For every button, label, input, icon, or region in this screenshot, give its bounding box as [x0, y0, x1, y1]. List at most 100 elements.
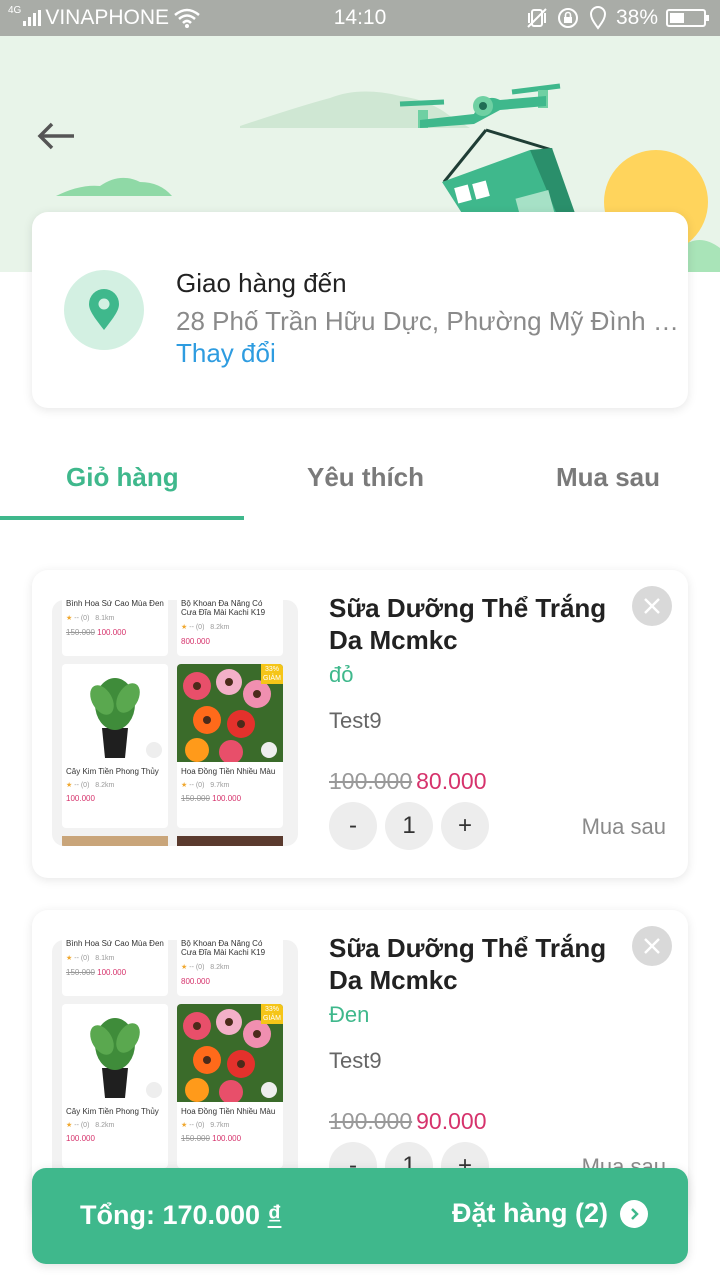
close-icon — [644, 938, 660, 954]
thumb-card: 33% GIẢM Hoa Đồng Tiền Nhiều Màu ★ -- (0… — [177, 1004, 283, 1168]
thumb-card-name: Hoa Đồng Tiền Nhiều Màu — [181, 767, 276, 776]
thumb-card-peek — [62, 836, 168, 846]
remove-item-button[interactable] — [632, 586, 672, 626]
quantity-value: 1 — [385, 802, 433, 850]
tab-buy-later[interactable]: Mua sau — [556, 462, 660, 493]
product-image: Bình Hoa Sứ Cao Mùa Đen ★ -- (0) 8.1km 1… — [52, 600, 298, 846]
address-icon-circle — [64, 270, 144, 350]
money-plant-image — [62, 1004, 168, 1102]
thumb-card-rating: -- (0) — [189, 1122, 205, 1129]
thumb-card-rating: -- (0) — [74, 615, 90, 622]
place-order-button[interactable]: Đặt hàng (2) — [452, 1198, 648, 1229]
thumb-card-name: Bộ Khoan Đa Năng Có Cưa Đĩa Mài Kachi K1… — [181, 940, 266, 957]
thumb-card-old-price: 150.000 — [66, 968, 95, 977]
checkout-bar: Tổng: 170.000 ₫ Đặt hàng (2) — [32, 1168, 688, 1264]
thumb-card-rating: -- (0) — [74, 1122, 90, 1129]
thumb-card: Bình Hoa Sứ Cao Mùa Đen ★ -- (0) 8.1km 1… — [62, 940, 168, 996]
thumb-card-name: Cây Kim Tiền Phong Thủy — [66, 767, 159, 776]
thumb-card: Bình Hoa Sứ Cao Mùa Đen ★ -- (0) 8.1km 1… — [62, 600, 168, 656]
decrease-quantity-button[interactable]: - — [329, 802, 377, 850]
thumb-card-distance: 8.1km — [95, 955, 115, 962]
address-text: 28 Phố Trần Hữu Dực, Phường Mỹ Đình 1, N… — [176, 306, 686, 336]
product-name[interactable]: Sữa Dưỡng Thể Trắng Da Mcmkc — [329, 932, 639, 996]
thumb-card-distance: 9.7km — [210, 782, 230, 789]
thumb-card-price: 100.000 — [97, 628, 127, 637]
tab-cart[interactable]: Giỏ hàng — [66, 462, 179, 493]
thumb-card-price: 800.000 — [181, 977, 210, 986]
thumb-card-distance: 8.2km — [210, 964, 230, 971]
address-title: Giao hàng đến — [176, 268, 347, 298]
total-amount: Tổng: 170.000 — [80, 1200, 261, 1230]
thumb-card-rating: -- (0) — [189, 782, 205, 789]
increase-quantity-button[interactable]: + — [441, 802, 489, 850]
quantity-stepper: - 1 + — [329, 802, 489, 850]
thumb-card-name: Bình Hoa Sứ Cao Mùa Đen — [66, 600, 164, 608]
tab-favorites[interactable]: Yêu thích — [307, 462, 424, 493]
battery-percent: 38% — [615, 6, 658, 29]
thumb-card-price: 100.000 — [212, 794, 242, 803]
thumb-card-rating: -- (0) — [74, 782, 90, 789]
shop-name: Test9 — [329, 708, 382, 733]
status-bar: 4G VINAPHONE 14:10 38% — [0, 0, 720, 36]
thumb-card-rating: -- (0) — [74, 955, 90, 962]
discount-text: GIẢM — [263, 1015, 281, 1022]
change-address-link[interactable]: Thay đổi — [176, 338, 276, 369]
discount-percent: 33% — [264, 666, 279, 673]
thumb-card-distance: 9.7km — [210, 1122, 230, 1129]
discount-text: GIẢM — [263, 675, 281, 682]
thumb-card: Cây Kim Tiền Phong Thủy ★ -- (0) 8.2km 1… — [62, 1004, 168, 1168]
remove-item-button[interactable] — [632, 926, 672, 966]
thumb-card-rating: -- (0) — [189, 964, 205, 971]
cart-total: Tổng: 170.000 ₫ — [80, 1200, 281, 1231]
thumb-card-price: 100.000 — [66, 1134, 95, 1143]
arrow-left-icon — [37, 122, 74, 150]
thumb-card-old-price: 150.000 — [66, 628, 95, 637]
product-variant: đỏ — [329, 662, 354, 687]
thumb-card-price: 100.000 — [97, 968, 127, 977]
cart-item: Bình Hoa Sứ Cao Mùa Đen ★ -- (0) 8.1km 1… — [32, 570, 688, 878]
sale-price: 80.000 — [416, 768, 487, 794]
thumb-card-distance: 8.1km — [95, 615, 115, 622]
status-right: 38% — [526, 6, 709, 30]
cart-tabs: Giỏ hàng Yêu thích Mua sau — [0, 440, 720, 520]
thumb-card-distance: 8.2km — [95, 782, 115, 789]
thumb-card-name: Hoa Đồng Tiền Nhiều Màu — [181, 1107, 276, 1116]
place-order-label: Đặt hàng (2) — [451, 1198, 608, 1228]
thumb-card-name: Cây Kim Tiền Phong Thủy — [66, 1107, 159, 1116]
shop-name: Test9 — [329, 1048, 382, 1073]
thumb-card-old-price: 150.000 — [181, 794, 210, 803]
thumb-card-price: 800.000 — [181, 637, 210, 646]
map-pin-icon — [89, 289, 119, 330]
location-icon — [589, 6, 606, 30]
buy-later-button[interactable]: Mua sau — [582, 814, 666, 840]
money-plant-image — [62, 664, 168, 762]
thumb-card-rating: -- (0) — [189, 624, 205, 631]
thumb-card: Bộ Khoan Đa Năng Có Cưa Đĩa Mài Kachi K1… — [177, 600, 283, 656]
old-price: 100.000 — [329, 768, 413, 794]
close-icon — [644, 598, 660, 614]
thumb-card-distance: 8.2km — [210, 624, 230, 631]
product-price: 100.000 80.000 — [329, 768, 487, 795]
thumb-card-peek — [177, 836, 283, 846]
product-name[interactable]: Sữa Dưỡng Thể Trắng Da Mcmkc — [329, 592, 639, 656]
thumb-card-price: 100.000 — [66, 794, 95, 803]
battery-icon — [666, 9, 709, 27]
old-price: 100.000 — [329, 1108, 413, 1134]
thumb-card-price: 100.000 — [212, 1134, 242, 1143]
thumb-card-name: Bình Hoa Sứ Cao Mùa Đen — [66, 940, 164, 948]
thumb-card: 33% GIẢM Hoa Đồng Tiền Nhiều Màu ★ -- (0… — [177, 664, 283, 828]
currency-symbol: ₫ — [267, 1200, 282, 1230]
chevron-right-icon — [620, 1199, 648, 1228]
active-tab-indicator — [0, 516, 244, 520]
thumb-card: Bộ Khoan Đa Năng Có Cưa Đĩa Mài Kachi K1… — [177, 940, 283, 996]
product-variant: Đen — [329, 1002, 370, 1027]
product-image: Bình Hoa Sứ Cao Mùa Đen ★ -- (0) 8.1km 1… — [52, 940, 298, 1186]
back-button[interactable] — [34, 118, 80, 158]
thumb-card-old-price: 150.000 — [181, 1134, 210, 1143]
vibrate-icon — [527, 8, 547, 28]
thumb-card: Cây Kim Tiền Phong Thủy ★ -- (0) 8.2km 1… — [62, 664, 168, 828]
delivery-address-card: Giao hàng đến 28 Phố Trần Hữu Dực, Phườn… — [32, 212, 688, 408]
thumb-card-name: Bộ Khoan Đa Năng Có Cưa Đĩa Mài Kachi K1… — [181, 600, 266, 617]
rotation-lock-icon — [557, 8, 578, 28]
thumb-card-distance: 8.2km — [95, 1122, 115, 1129]
